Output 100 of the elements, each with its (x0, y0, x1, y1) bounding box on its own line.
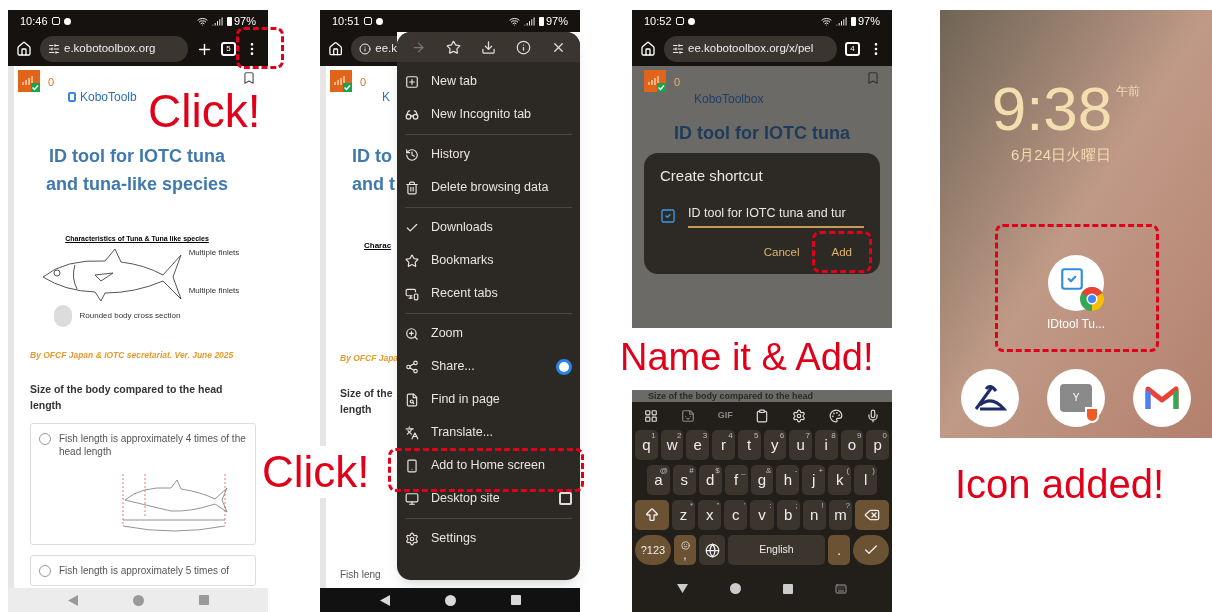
keyboard-key[interactable]: j + (802, 465, 826, 495)
menu-item[interactable]: New Incognito tab (405, 98, 572, 131)
backspace-key[interactable] (855, 500, 889, 530)
info-icon[interactable] (516, 39, 531, 55)
site-logo: K (382, 89, 391, 106)
settings-icon[interactable] (792, 409, 807, 423)
wifi-icon (820, 15, 832, 27)
question-text: Size of the body compared to the head length (30, 382, 224, 414)
dialog-button[interactable]: Cancel (751, 240, 812, 266)
recents-icon[interactable] (783, 583, 793, 594)
menu-item[interactable]: New tab (405, 65, 572, 98)
home-icon[interactable] (328, 41, 344, 57)
language-key[interactable] (699, 535, 725, 565)
page-title: ID to (352, 145, 393, 168)
shortcut-name-field[interactable]: ID tool for IOTC tuna and tur (688, 203, 864, 229)
dashed-highlight (236, 27, 284, 69)
keyboard-key[interactable]: s# (672, 465, 696, 495)
grid-icon[interactable] (644, 409, 658, 423)
app-letter: Y (1060, 383, 1092, 412)
callout-text: Click! (148, 88, 261, 134)
enter-key[interactable] (853, 535, 889, 565)
keyboard-icon[interactable] (835, 582, 847, 595)
keyboard-key[interactable]: d$ (698, 465, 722, 495)
info-icon[interactable] (359, 43, 372, 55)
palette-icon[interactable] (829, 409, 844, 423)
keyboard-key[interactable]: v : (750, 500, 774, 530)
sticker-icon[interactable] (680, 409, 695, 423)
hide-keyboard-icon[interactable] (677, 584, 688, 593)
menu-item[interactable]: Delete browsing data (405, 171, 572, 204)
shield-badge-icon (1085, 406, 1099, 423)
browser-badge-icon (1080, 286, 1104, 311)
comma-key[interactable]: , (674, 535, 696, 565)
home-icon[interactable] (16, 41, 32, 57)
keyboard-key[interactable]: k ( (828, 465, 852, 495)
home-button-icon[interactable] (444, 594, 456, 606)
trash-icon (405, 180, 419, 195)
clipboard-icon[interactable] (755, 409, 770, 423)
dialog-title: Create shortcut (660, 166, 764, 186)
radio-button[interactable] (39, 433, 51, 446)
keyboard-key[interactable]: x " (698, 500, 722, 530)
symbols-key[interactable]: ?123 (635, 535, 671, 565)
tab-count[interactable]: 4 (845, 42, 860, 56)
site-settings-icon[interactable] (672, 43, 684, 55)
dialog-button[interactable]: Add (819, 240, 864, 266)
microphone-icon[interactable] (865, 409, 880, 423)
lock-date: 6月24日火曜日 (1011, 145, 1111, 165)
space-key[interactable]: English (728, 535, 825, 565)
status-time: 10:52 (644, 13, 672, 29)
keyboard-key[interactable]: c ' (724, 500, 748, 530)
recents-icon[interactable] (510, 595, 521, 605)
keyboard-key[interactable]: i 8 (814, 430, 838, 460)
menu-item[interactable]: Find in page (405, 383, 572, 416)
signal-icon (835, 15, 847, 27)
answer-option[interactable]: Fish length is approximately 5 times of (30, 555, 256, 587)
address-bar[interactable]: e.kobotoolbox.org (40, 36, 188, 62)
menu-item[interactable]: History (405, 138, 572, 171)
find-icon (405, 392, 419, 407)
keyboard-key[interactable]: b ; (776, 500, 800, 530)
keyboard-key[interactable]: m? (828, 500, 852, 530)
keyboard-key[interactable]: z * (672, 500, 696, 530)
back-icon[interactable] (379, 594, 390, 606)
option-label: Fish leng (340, 567, 382, 582)
keyboard-key[interactable]: g& (750, 465, 774, 495)
checkbox[interactable] (559, 492, 572, 505)
gif-button[interactable]: GIF (717, 409, 733, 423)
forward-icon[interactable] (411, 39, 426, 55)
keyboard-key[interactable]: n ! (802, 500, 826, 530)
tab-count[interactable]: 5 (221, 42, 236, 56)
keyboard-key[interactable]: l ) (854, 465, 877, 495)
menu-item[interactable]: Settings (405, 522, 572, 555)
menu-item[interactable]: Recent tabs (405, 277, 572, 310)
status-time: 10:51 (332, 13, 360, 29)
home-button-icon[interactable] (730, 583, 741, 594)
abstract-logo-icon (972, 382, 1008, 413)
keyboard-key[interactable]: a@ (647, 465, 670, 495)
share-icon (405, 359, 419, 374)
site-settings-icon[interactable] (48, 43, 60, 55)
app-badge-icon (330, 70, 352, 92)
chat-app-icon (556, 358, 572, 375)
bookmark-icon[interactable] (242, 70, 256, 86)
keyboard-key[interactable]: h - (776, 465, 800, 495)
radio-button[interactable] (39, 565, 51, 578)
home-icon[interactable] (640, 41, 656, 57)
keyboard-key[interactable]: f _ (724, 465, 748, 495)
address-bar[interactable]: ee.kobotoolbox.org/x/pel (664, 36, 837, 62)
menu-item[interactable]: Share... (405, 350, 572, 383)
menu-item[interactable]: Add to Home screen (405, 449, 572, 482)
settings-icon (405, 531, 419, 546)
menu-item[interactable]: Bookmarks (405, 244, 572, 277)
answer-option[interactable]: Fish length is approximately 4 times of the head length (30, 423, 256, 546)
star-icon[interactable] (446, 39, 461, 55)
menu-item[interactable]: Desktop site (405, 482, 572, 515)
download-icon[interactable] (481, 39, 496, 55)
figure-caption: Charac (364, 240, 393, 252)
menu-item[interactable]: Downloads (405, 211, 572, 244)
shift-key[interactable] (635, 500, 669, 530)
address-bar[interactable]: ee.k (351, 36, 397, 62)
menu-item[interactable]: Translate... (405, 416, 572, 449)
period-key[interactable]: . (828, 535, 850, 565)
menu-item[interactable]: Zoom (405, 317, 572, 350)
